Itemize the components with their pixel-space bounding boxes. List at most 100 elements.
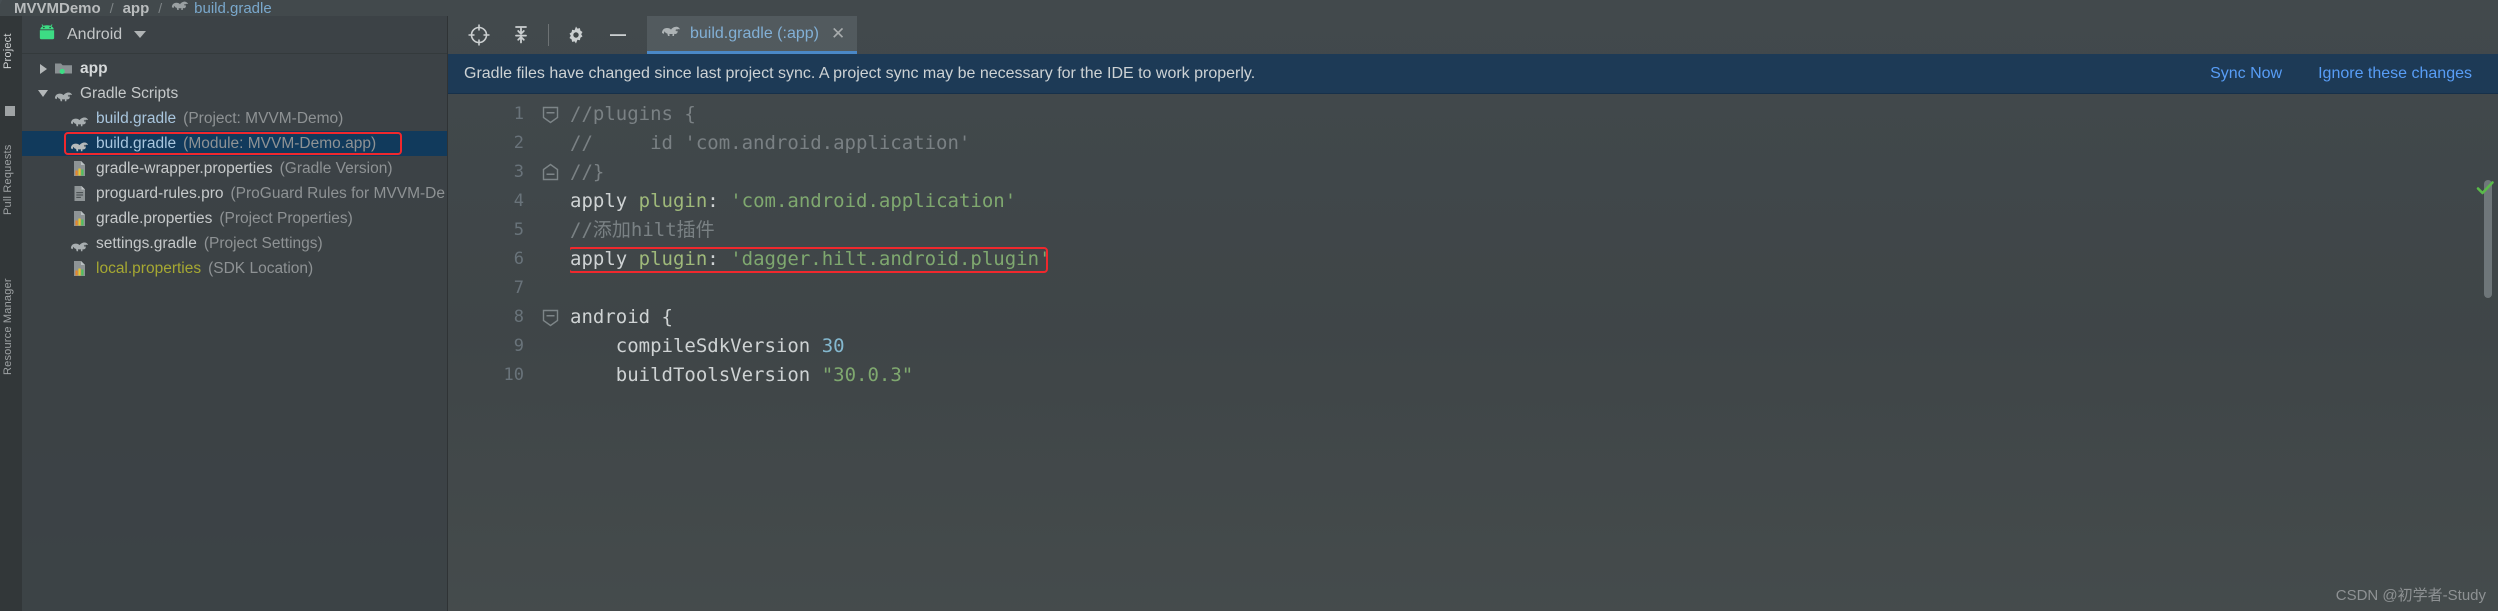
module-folder-icon <box>54 59 73 78</box>
line-number: 10 <box>503 365 524 385</box>
line-number: 8 <box>513 307 524 327</box>
code-token: //} <box>570 161 605 183</box>
tree-item-label: settings.gradle <box>96 234 197 252</box>
sync-now-link[interactable]: Sync Now <box>2210 65 2282 83</box>
locate-target-icon[interactable] <box>466 22 492 48</box>
tree-item-build-gradle-project[interactable]: build.gradle (Project: MVVM-Demo) <box>22 106 447 131</box>
fold-end-icon[interactable] <box>542 163 559 186</box>
code-line: compileSdkVersion 30 <box>570 332 2498 361</box>
properties-file-icon <box>70 159 89 178</box>
tree-item-label: local.properties <box>96 259 202 277</box>
breadcrumb-item-project[interactable]: MVVMDemo <box>14 0 101 16</box>
ignore-these-changes-link[interactable]: Ignore these changes <box>2318 65 2472 83</box>
tree-item-label: proguard-rules.pro <box>96 184 224 202</box>
code-line: buildToolsVersion "30.0.3" <box>570 361 2498 390</box>
tree-item-label: gradle-wrapper.properties <box>96 159 273 177</box>
gradle-sync-notification-bar: Gradle files have changed since last pro… <box>448 54 2498 94</box>
fold-slot <box>536 361 570 390</box>
android-studio-window: MVVMDemo / app / build.gradle Project Pu… <box>0 0 2498 611</box>
project-view-label: Android <box>67 25 123 43</box>
inspection-ok-check-icon[interactable] <box>2475 178 2495 198</box>
fold-start-icon[interactable] <box>542 106 559 129</box>
editor-area: build.gradle (:app) ✕ Gradle files have … <box>448 16 2498 611</box>
gradle-elephant-icon <box>171 0 189 16</box>
code-token: { <box>650 306 673 328</box>
tree-item-app[interactable]: app <box>22 56 447 81</box>
code-token: : <box>707 190 719 212</box>
breadcrumb-item-file[interactable]: build.gradle <box>194 0 272 16</box>
tree-item-build-gradle-module[interactable]: build.gradle (Module: MVVM-Demo.app) <box>22 131 447 156</box>
tree-item-local-properties[interactable]: local.properties (SDK Location) <box>22 256 447 281</box>
code-line: //添加hilt插件 <box>570 216 2498 245</box>
project-tree[interactable]: app Gradle Scripts build.gradle (Project… <box>22 54 447 281</box>
line-number: 5 <box>513 220 524 240</box>
fold-slot <box>536 303 570 332</box>
editor-tabs-row: build.gradle (:app) ✕ <box>448 16 2498 54</box>
gradle-elephant-icon <box>70 134 89 153</box>
properties-file-icon <box>70 259 89 278</box>
chevron-down-icon[interactable] <box>134 31 147 38</box>
tree-item-note: (ProGuard Rules for MVVM-De <box>230 184 445 202</box>
hide-panel-icon[interactable] <box>605 22 631 48</box>
breadcrumb-separator: / <box>158 0 163 16</box>
chevron-right-icon[interactable] <box>36 62 50 76</box>
tool-tab-pull-requests[interactable]: Pull Requests <box>2 128 20 232</box>
gradle-elephant-icon <box>54 84 73 103</box>
project-view-selector[interactable]: Android <box>22 16 447 54</box>
properties-file-icon <box>70 209 89 228</box>
editor-tab-build-gradle[interactable]: build.gradle (:app) ✕ <box>647 16 858 54</box>
code-token: apply <box>570 190 628 212</box>
code-token: 'dagger.hilt.android.plugin' <box>730 248 1051 270</box>
fold-start-icon[interactable] <box>542 309 559 332</box>
code-text-area[interactable]: //plugins { // id 'com.android.applicati… <box>570 94 2498 611</box>
code-token: //plugins { <box>570 103 696 125</box>
fold-slot <box>536 274 570 303</box>
breadcrumb: MVVMDemo / app / build.gradle <box>0 0 2498 16</box>
code-token: apply <box>570 248 628 270</box>
notification-actions: Sync Now Ignore these changes <box>2174 65 2498 83</box>
breadcrumb-item-module[interactable]: app <box>123 0 150 16</box>
code-editor[interactable]: 1 2 3 4 5 6 7 8 9 10 //plugins {// id '… <box>448 94 2498 611</box>
code-line: // id 'com.android.application' <box>570 129 2498 158</box>
chevron-down-icon[interactable] <box>36 87 50 101</box>
notification-message: Gradle files have changed since last pro… <box>464 64 1256 82</box>
tree-item-settings-gradle[interactable]: settings.gradle (Project Settings) <box>22 231 447 256</box>
tree-item-label: app <box>80 59 108 77</box>
collapse-all-icon[interactable] <box>508 22 534 48</box>
fold-slot <box>536 187 570 216</box>
tree-item-gradle-properties[interactable]: gradle.properties (Project Properties) <box>22 206 447 231</box>
tree-item-proguard-rules[interactable]: proguard-rules.pro (ProGuard Rules for M… <box>22 181 447 206</box>
tool-tab-resource-manager[interactable]: Resource Manager <box>2 258 20 396</box>
fold-slot <box>536 245 570 274</box>
tree-item-label: gradle.properties <box>96 209 213 227</box>
settings-gear-icon[interactable] <box>563 22 589 48</box>
tree-item-note: (Project Settings) <box>203 234 323 252</box>
gradle-elephant-icon <box>70 109 89 128</box>
line-number-gutter: 1 2 3 4 5 6 7 8 9 10 <box>448 94 536 611</box>
close-icon[interactable]: ✕ <box>831 25 845 42</box>
editor-scrollbar-rail[interactable] <box>2472 172 2498 611</box>
line-number: 7 <box>513 278 524 298</box>
tree-item-label: build.gradle <box>96 109 177 127</box>
tree-item-note: (Module: MVVM-Demo.app) <box>183 134 377 152</box>
code-line: //} <box>570 158 2498 187</box>
line-number: 3 <box>513 162 524 182</box>
gradle-elephant-icon <box>661 24 681 43</box>
code-folding-gutter[interactable] <box>536 94 570 611</box>
code-line: apply plugin: 'com.android.application' <box>570 187 2498 216</box>
tree-item-gradle-wrapper-properties[interactable]: gradle-wrapper.properties (Gradle Versio… <box>22 156 447 181</box>
csdn-watermark: CSDN @初学者-Study <box>2335 587 2486 604</box>
tool-tab-project[interactable]: Project <box>2 20 20 82</box>
code-token: // id 'com.android.application' <box>570 132 971 154</box>
code-token: plugin <box>638 190 708 212</box>
tree-item-gradle-scripts[interactable]: Gradle Scripts <box>22 81 447 106</box>
code-token: //添加hilt插件 <box>570 219 715 241</box>
code-token: : <box>707 248 719 270</box>
gradle-elephant-icon <box>70 234 89 253</box>
line-number: 9 <box>513 336 524 356</box>
